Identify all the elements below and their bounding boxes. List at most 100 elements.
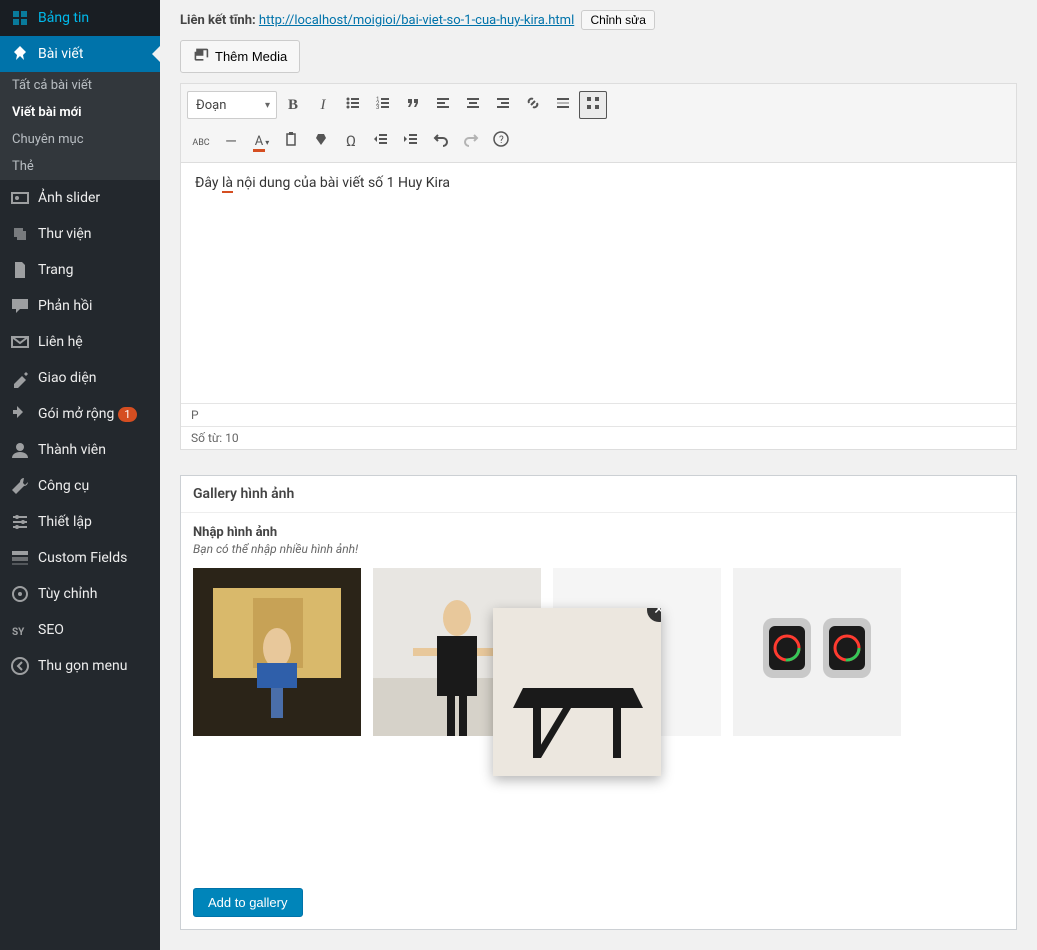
gallery-title: Gallery hình ảnh — [181, 476, 1016, 513]
svg-text:3: 3 — [376, 104, 379, 111]
help-icon: ? — [493, 131, 509, 151]
toolbar-align-center-button[interactable] — [459, 91, 487, 119]
edit-permalink-button[interactable]: Chỉnh sửa — [581, 10, 654, 30]
collapse-icon — [10, 656, 30, 676]
sidebar-item-page[interactable]: Trang — [0, 252, 160, 288]
permalink-url[interactable]: http://localhost/moigioi/bai-viet-so-1-c… — [259, 13, 574, 28]
toolbar-align-left-button[interactable] — [429, 91, 457, 119]
toolbar-strike-button[interactable]: — — [217, 127, 245, 155]
text-color-icon: A▾ — [253, 134, 270, 149]
sidebar-sub-item[interactable]: Thẻ — [0, 153, 160, 180]
clear-icon — [313, 131, 329, 151]
add-to-gallery-button[interactable]: Add to gallery — [193, 888, 303, 917]
permalink-row: Liên kết tĩnh: http://localhost/moigioi/… — [180, 0, 1017, 40]
toolbar-kitchen-sink-button[interactable] — [579, 91, 607, 119]
plugin-icon — [10, 404, 30, 424]
indent-icon — [403, 131, 419, 151]
toolbar-ol-button[interactable]: 123 — [369, 91, 397, 119]
gallery-input-label: Nhập hình ảnh — [193, 525, 1004, 540]
toolbar-paste-button[interactable] — [277, 127, 305, 155]
quote-icon — [405, 95, 421, 115]
sidebar-item-plugin[interactable]: Gói mở rộng1 — [0, 396, 160, 432]
fields-icon — [10, 548, 30, 568]
sidebar-item-dashboard[interactable]: Bảng tin — [0, 0, 160, 36]
slider-icon — [10, 188, 30, 208]
toolbar-bold-button[interactable]: B — [279, 91, 307, 119]
badge: 1 — [118, 407, 136, 422]
toolbar-align-right-button[interactable] — [489, 91, 517, 119]
sidebar-item-media[interactable]: Thư viện — [0, 216, 160, 252]
toolbar-indent-button[interactable] — [397, 127, 425, 155]
gallery-panel: Gallery hình ảnh Nhập hình ảnh Bạn có th… — [180, 475, 1017, 930]
svg-text:SY: SY — [12, 627, 25, 638]
toolbar-quote-button[interactable] — [399, 91, 427, 119]
toolbar-italic-button[interactable]: I — [309, 91, 337, 119]
undo-icon — [433, 131, 449, 151]
sidebar-sub-item[interactable]: Viết bài mới — [0, 99, 160, 126]
bold-icon: B — [288, 97, 298, 114]
toolbar-redo-button[interactable] — [457, 127, 485, 155]
gallery-thumb-1[interactable] — [193, 568, 361, 736]
toolbar-text-color-button[interactable]: A▾ — [247, 127, 275, 155]
omega-icon: Ω — [346, 132, 356, 150]
page-icon — [10, 260, 30, 280]
toolbar-more-button[interactable] — [549, 91, 577, 119]
ol-icon: 123 — [375, 95, 391, 115]
sidebar-item-comment[interactable]: Phản hồi — [0, 288, 160, 324]
toolbar-omega-button[interactable]: Ω — [337, 127, 365, 155]
editor-wordcount: Số từ: 10 — [181, 426, 1016, 449]
toolbar-link-button[interactable] — [519, 91, 547, 119]
toolbar-undo-button[interactable] — [427, 127, 455, 155]
add-media-button[interactable]: Thêm Media — [180, 40, 300, 73]
toolbar-outdent-button[interactable] — [367, 127, 395, 155]
gallery-hint: Bạn có thể nhập nhiều hình ảnh! — [193, 542, 1004, 556]
align-center-icon — [465, 95, 481, 115]
align-left-icon — [435, 95, 451, 115]
gallery-thumb-dragging[interactable]: ✕ — [493, 608, 661, 776]
mail-icon — [10, 332, 30, 352]
appearance-icon — [10, 368, 30, 388]
comment-icon — [10, 296, 30, 316]
settings-icon — [10, 512, 30, 532]
sidebar-item-mail[interactable]: Liên hệ — [0, 324, 160, 360]
sidebar-sub-item[interactable]: Tất cả bài viết — [0, 72, 160, 99]
sidebar-item-fields[interactable]: Custom Fields — [0, 540, 160, 576]
user-icon — [10, 440, 30, 460]
sidebar-item-tools[interactable]: Công cụ — [0, 468, 160, 504]
admin-sidebar: Bảng tinBài viếtTất cả bài viếtViết bài … — [0, 0, 160, 950]
abc-icon: ABC — [192, 134, 209, 149]
main-content: Liên kết tĩnh: http://localhost/moigioi/… — [160, 0, 1037, 950]
sidebar-item-appearance[interactable]: Giao diện — [0, 360, 160, 396]
sidebar-item-settings[interactable]: Thiết lập — [0, 504, 160, 540]
strike-icon: — — [225, 132, 237, 150]
toolbar-ul-button[interactable] — [339, 91, 367, 119]
gallery-grid: ✕ — [193, 568, 1004, 888]
toolbar-clear-button[interactable] — [307, 127, 335, 155]
italic-icon: I — [321, 97, 326, 114]
toolbar-abc-button[interactable]: ABC — [187, 127, 215, 155]
more-icon — [555, 95, 571, 115]
editor-path: P — [181, 403, 1016, 426]
dashboard-icon — [10, 8, 30, 28]
paste-icon — [283, 131, 299, 151]
link-icon — [525, 95, 541, 115]
editor-content-area[interactable]: Đây là nội dung của bài viết số 1 Huy Ki… — [181, 163, 1016, 403]
format-select[interactable]: Đoạn — [187, 91, 277, 119]
kitchen-sink-icon — [585, 95, 601, 115]
toolbar-help-button[interactable]: ? — [487, 127, 515, 155]
customize-icon — [10, 584, 30, 604]
sidebar-item-user[interactable]: Thành viên — [0, 432, 160, 468]
editor-toolbar: Đoạn B I 123 ABC — A▾ Ω? — [181, 84, 1016, 163]
sidebar-item-slider[interactable]: Ảnh slider — [0, 180, 160, 216]
sidebar-sub-item[interactable]: Chuyên mục — [0, 126, 160, 153]
svg-text:?: ? — [499, 135, 504, 146]
outdent-icon — [373, 131, 389, 151]
ul-icon — [345, 95, 361, 115]
sidebar-item-seo[interactable]: SYSEO — [0, 612, 160, 648]
gallery-thumb-4[interactable] — [733, 568, 901, 736]
media-icon — [193, 47, 209, 66]
sidebar-item-customize[interactable]: Tùy chỉnh — [0, 576, 160, 612]
sidebar-item-pin[interactable]: Bài viết — [0, 36, 160, 72]
sidebar-item-collapse[interactable]: Thu gọn menu — [0, 648, 160, 684]
seo-icon: SY — [10, 620, 30, 640]
